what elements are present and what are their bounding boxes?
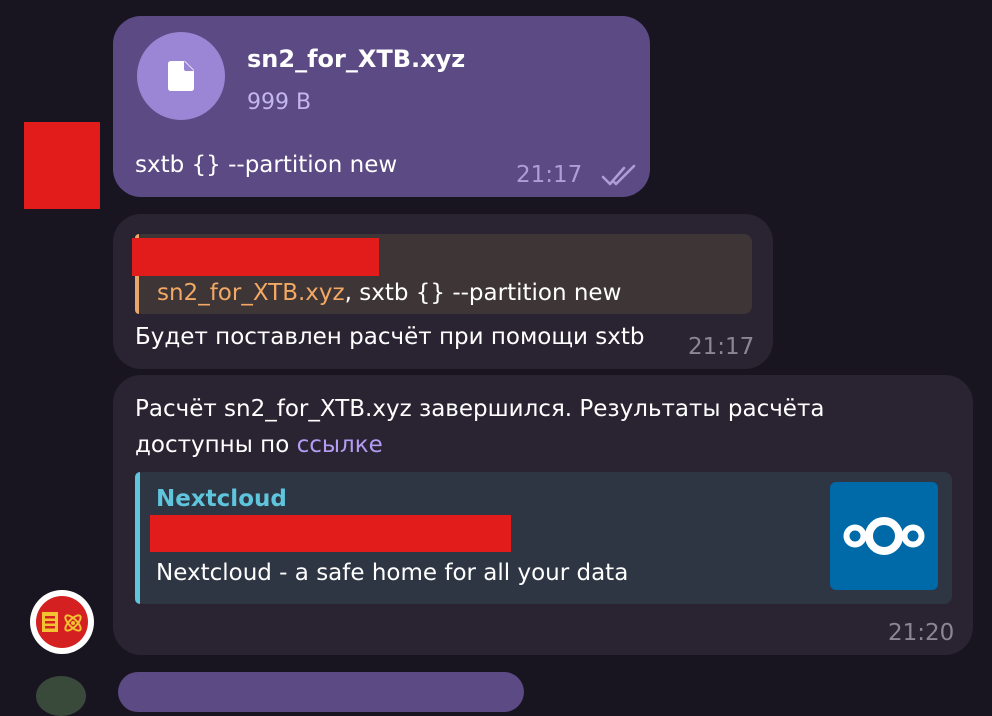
file-size: 999 B — [247, 90, 312, 115]
avatar[interactable] — [36, 676, 86, 716]
double-check-icon — [601, 164, 636, 186]
atom-icon — [42, 612, 82, 632]
outgoing-message-bubble[interactable] — [118, 672, 524, 712]
message-text-prefix: доступны по — [135, 432, 297, 458]
nextcloud-logo-icon — [843, 517, 925, 555]
message-caption: sxtb {} --partition new — [135, 152, 398, 178]
redacted-avatar — [24, 122, 100, 209]
message-link[interactable]: ссылке — [297, 432, 383, 458]
redacted-preview-title — [150, 515, 511, 552]
reply-command: , sxtb {} --partition new — [344, 280, 622, 306]
link-preview-description: Nextcloud - a safe home for all your dat… — [156, 560, 629, 586]
message-time: 21:20 — [888, 620, 955, 646]
reply-file-name: sn2_for_XTB.xyz — [157, 280, 345, 306]
link-preview-site-name: Nextcloud — [156, 486, 287, 512]
reply-quote-text: sn2_for_XTB.xyz, sxtb {} --partition new — [157, 278, 621, 308]
message-time: 21:17 — [516, 162, 583, 188]
link-preview-accent-bar — [135, 472, 140, 604]
message-text-line: доступны по ссылке — [135, 430, 383, 460]
redacted-reply-author — [132, 238, 379, 276]
message-text: Будет поставлен расчёт при помощи sxtb — [135, 324, 645, 350]
file-name[interactable]: sn2_for_XTB.xyz — [247, 44, 465, 74]
message-text-line: Расчёт sn2_for_XTB.xyz завершился. Резул… — [135, 396, 825, 422]
message-time: 21:17 — [688, 334, 755, 360]
file-icon — [168, 61, 194, 91]
